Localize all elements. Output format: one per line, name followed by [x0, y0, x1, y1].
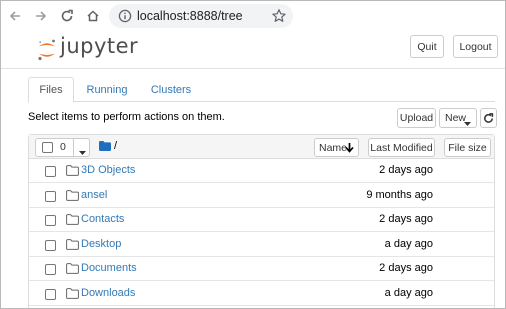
- item-modified: 2 days ago: [379, 262, 433, 274]
- item-name-link[interactable]: 3D Objects: [81, 164, 135, 176]
- item-modified: a day ago: [384, 286, 433, 299]
- item-modified: 9 months ago: [366, 188, 433, 201]
- info-icon[interactable]: [118, 9, 132, 23]
- refresh-icon: [483, 112, 494, 124]
- address-bar[interactable]: localhost:8888/tree: [109, 4, 293, 28]
- row-checkbox[interactable]: [45, 239, 56, 251]
- caret-down-icon[interactable]: [79, 146, 86, 158]
- logout-button[interactable]: Logout: [453, 35, 498, 58]
- item-name-link[interactable]: Desktop: [81, 238, 121, 250]
- select-all-checkbox[interactable]: [42, 142, 53, 153]
- item-name-link[interactable]: Contacts: [81, 213, 124, 225]
- list-item[interactable]: Desktop a day ago: [29, 233, 494, 257]
- list-item[interactable]: 3D Objects 2 days ago: [29, 159, 494, 183]
- list-item[interactable]: Documents 2 days ago: [29, 257, 494, 281]
- file-list-header: 0 / Name Last Modified File size: [29, 135, 494, 159]
- folder-icon: [66, 165, 79, 176]
- item-name-link[interactable]: Downloads: [81, 287, 135, 299]
- file-list: 0 / Name Last Modified File size 3D Obje…: [28, 134, 495, 308]
- item-name-link[interactable]: Documents: [81, 262, 137, 274]
- folder-icon[interactable]: [99, 141, 111, 154]
- folder-icon: [66, 238, 79, 250]
- folder-icon: [66, 189, 79, 201]
- tab-files[interactable]: Files: [28, 77, 74, 103]
- tab-bar: Files Running Clusters: [28, 77, 495, 103]
- home-icon[interactable]: [84, 7, 102, 25]
- jupyter-logo-icon[interactable]: [36, 37, 58, 63]
- page-frame: localhost:8888/tree jupyter Quit Logout …: [0, 0, 506, 309]
- upload-button[interactable]: Upload: [397, 108, 436, 128]
- jupyter-header: jupyter Quit Logout: [1, 33, 505, 67]
- row-checkbox[interactable]: [45, 190, 56, 202]
- quit-button[interactable]: Quit: [410, 35, 444, 58]
- select-all-dropdown[interactable]: 0: [35, 138, 90, 157]
- refresh-button[interactable]: [480, 108, 497, 128]
- header-divider: [1, 68, 505, 69]
- row-checkbox[interactable]: [45, 215, 56, 226]
- forward-icon[interactable]: [32, 7, 50, 25]
- back-icon[interactable]: [6, 7, 24, 25]
- row-checkbox[interactable]: [45, 166, 56, 177]
- item-modified: a day ago: [384, 237, 433, 250]
- sort-name-label: Name: [319, 141, 348, 154]
- row-checkbox[interactable]: [45, 288, 56, 300]
- new-label: New: [445, 112, 467, 124]
- url-text: localhost:8888/tree: [137, 9, 243, 23]
- item-modified: 2 days ago: [379, 213, 433, 225]
- new-dropdown-button[interactable]: New: [439, 108, 477, 128]
- tab-clusters[interactable]: Clusters: [144, 77, 198, 102]
- file-size-button[interactable]: File size: [444, 138, 491, 157]
- reload-icon[interactable]: [58, 7, 76, 25]
- selected-count: 0: [60, 141, 66, 153]
- sort-name-button[interactable]: Name: [314, 138, 359, 157]
- arrow-down-icon: [345, 143, 354, 156]
- item-modified: 2 days ago: [379, 164, 433, 176]
- list-item[interactable]: Downloads a day ago: [29, 282, 494, 306]
- row-checkbox[interactable]: [45, 264, 56, 275]
- folder-icon: [66, 287, 79, 299]
- jupyter-logo-text[interactable]: jupyter: [60, 34, 138, 58]
- folder-icon: [66, 214, 79, 225]
- caret-down-icon: [464, 117, 471, 129]
- list-item[interactable]: ansel 9 months ago: [29, 184, 494, 208]
- tab-running[interactable]: Running: [80, 77, 134, 102]
- star-icon[interactable]: [271, 8, 287, 24]
- list-item[interactable]: Contacts 2 days ago: [29, 208, 494, 232]
- last-modified-button[interactable]: Last Modified: [368, 138, 435, 157]
- browser-toolbar: localhost:8888/tree: [1, 1, 505, 33]
- folder-icon: [66, 263, 79, 274]
- item-name-link[interactable]: ansel: [81, 189, 107, 201]
- breadcrumb-root[interactable]: /: [114, 140, 117, 152]
- dropdown-divider: [73, 139, 74, 156]
- selection-hint: Select items to perform actions on them.: [28, 111, 225, 123]
